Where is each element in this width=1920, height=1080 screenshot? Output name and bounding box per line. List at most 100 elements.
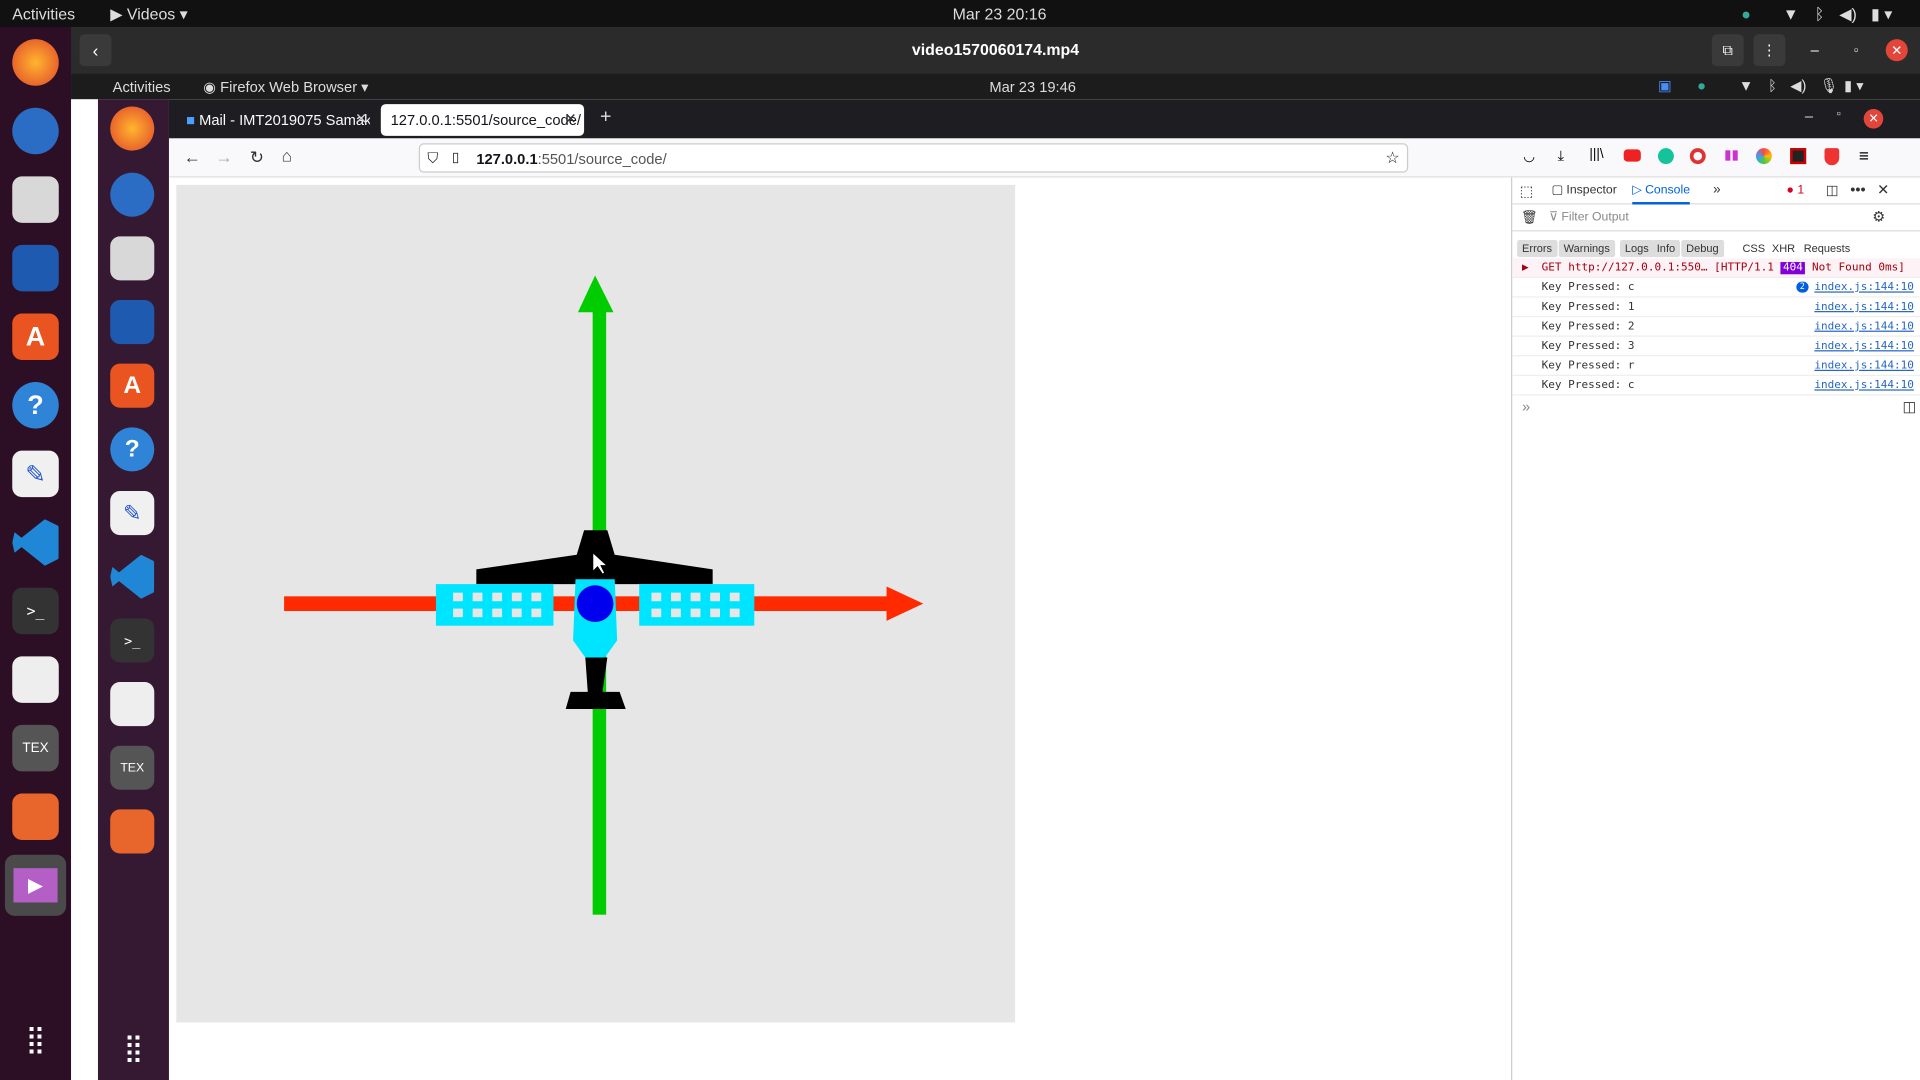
- devtools-options-icon[interactable]: •••: [1850, 181, 1865, 198]
- more-tabs-icon[interactable]: »: [1713, 182, 1721, 197]
- battery-icon[interactable]: ▮ ▾: [1871, 5, 1892, 25]
- tab-mail-close-icon[interactable]: ✕: [355, 110, 367, 127]
- console-settings-icon[interactable]: ⚙: [1872, 208, 1885, 225]
- inner-mic-icon[interactable]: 🎙: [1820, 77, 1839, 94]
- fullscreen-icon[interactable]: ⧉: [1711, 34, 1744, 67]
- devtools-close-icon[interactable]: ✕: [1877, 181, 1889, 198]
- inner-activities[interactable]: Activities: [113, 78, 171, 95]
- tab-inspector[interactable]: ▢ Inspector: [1551, 184, 1616, 197]
- inner-wifi-icon[interactable]: ▼: [1739, 77, 1754, 94]
- inner-status-icon[interactable]: ●: [1697, 77, 1706, 94]
- text-editor-icon[interactable]: ✎: [12, 450, 59, 498]
- hamburger-menu-icon[interactable]: ≡: [1859, 146, 1869, 166]
- wifi-icon[interactable]: ▼: [1783, 5, 1799, 23]
- ext-icon-3[interactable]: [1689, 148, 1706, 165]
- filter-output-input[interactable]: ⊽ Filter Output: [1549, 211, 1629, 224]
- videos-icon[interactable]: ▶: [4, 854, 67, 916]
- inner-software-center-icon[interactable]: A: [110, 363, 155, 408]
- volume-icon[interactable]: ◀): [1839, 5, 1857, 25]
- vscode-icon[interactable]: [12, 519, 59, 566]
- writer-icon[interactable]: [12, 244, 59, 292]
- element-picker-icon[interactable]: ⬚: [1520, 182, 1534, 199]
- filter-xhr[interactable]: XHR: [1767, 240, 1800, 257]
- inner-battery-icon[interactable]: ▮ ▾: [1844, 77, 1864, 94]
- inner-volume-icon[interactable]: ◀): [1790, 77, 1806, 94]
- inner-text-editor-icon[interactable]: ✎: [110, 491, 155, 536]
- thunderbird-icon[interactable]: [12, 107, 59, 155]
- window-close-icon[interactable]: ✕: [1863, 108, 1884, 129]
- console-error-row[interactable]: ▶ GET http://127.0.0.1:550… [HTTP/1.1 40…: [1512, 258, 1920, 278]
- inner-thunderbird-icon[interactable]: [110, 172, 155, 217]
- minimize-icon[interactable]: –: [1802, 38, 1826, 62]
- log-location-link[interactable]: index.js:144:10: [1814, 298, 1914, 318]
- ublock-ext-icon[interactable]: [1824, 148, 1840, 166]
- bluetooth-icon[interactable]: ᛒ: [1815, 5, 1825, 23]
- inner-app-menu[interactable]: ◉ Firefox Web Browser ▾: [203, 78, 368, 95]
- forward-arrow-icon[interactable]: →: [216, 147, 233, 167]
- new-tab-icon[interactable]: +: [600, 107, 611, 129]
- back-arrow-icon[interactable]: ←: [184, 147, 201, 167]
- log-location-link[interactable]: index.js:144:10: [1814, 278, 1914, 298]
- tab-console[interactable]: ▷ Console: [1632, 178, 1691, 205]
- inner-writer-icon[interactable]: [110, 300, 155, 345]
- texmaker-icon[interactable]: TEX: [12, 724, 59, 772]
- show-apps-icon[interactable]: ⣿: [17, 1021, 54, 1058]
- log-location-link[interactable]: index.js:144:10: [1814, 376, 1914, 396]
- ext-icon-4[interactable]: ▮▮: [1724, 147, 1739, 163]
- expand-arrow-icon[interactable]: ▶: [1522, 258, 1529, 278]
- inner-clock[interactable]: Mar 23 19:46: [989, 78, 1076, 95]
- filter-errors[interactable]: Errors: [1517, 240, 1557, 258]
- inner-show-apps-icon[interactable]: ⣿: [115, 1030, 152, 1067]
- zoom-icon[interactable]: ▣: [1658, 77, 1672, 94]
- document-viewer-icon[interactable]: [12, 656, 59, 703]
- home-icon[interactable]: ⌂: [282, 146, 292, 166]
- tab-source-code-close-icon[interactable]: ✕: [564, 110, 576, 127]
- help-icon[interactable]: ?: [12, 382, 59, 429]
- activities-button[interactable]: Activities: [12, 5, 75, 23]
- log-location-link[interactable]: index.js:144:10: [1814, 317, 1914, 337]
- url-bar[interactable]: ⛉ ▯ 127.0.0.1:5501/source_code/ ☆: [418, 143, 1409, 173]
- filter-warnings[interactable]: Warnings: [1558, 240, 1615, 258]
- restore-icon[interactable]: ▫: [1844, 38, 1868, 62]
- inner-help-icon[interactable]: ?: [110, 427, 155, 472]
- downloads-icon[interactable]: ⤓: [1558, 147, 1565, 165]
- status-icon[interactable]: ●: [1741, 5, 1751, 23]
- error-count-badge[interactable]: ● 1: [1787, 184, 1805, 197]
- software-center-icon[interactable]: A: [12, 313, 59, 361]
- inner-terminal-icon[interactable]: >_: [110, 618, 155, 663]
- tab-mail[interactable]: ■ Mail - IMT2019075 Samak: [176, 104, 370, 136]
- ext-icon-5[interactable]: [1755, 148, 1772, 165]
- inner-bluetooth-icon[interactable]: ᛒ: [1768, 77, 1777, 94]
- editor-mode-icon[interactable]: ◫: [1902, 398, 1916, 415]
- terminal-icon[interactable]: >_: [12, 587, 59, 635]
- inner-firefox-icon[interactable]: [110, 106, 155, 151]
- inner-document-viewer-icon[interactable]: [110, 682, 155, 727]
- inner-vscode-icon[interactable]: [110, 554, 155, 599]
- inner-texmaker-icon[interactable]: TEX: [110, 745, 155, 790]
- log-location-link[interactable]: index.js:144:10: [1814, 337, 1914, 357]
- trash-icon[interactable]: 🗑: [1521, 209, 1538, 226]
- filter-debug[interactable]: Debug: [1681, 240, 1724, 258]
- inner-impress-icon[interactable]: [110, 809, 155, 854]
- filter-requests[interactable]: Requests: [1799, 240, 1855, 257]
- grammarly-ext-icon[interactable]: [1657, 148, 1674, 165]
- youtube-ext-icon[interactable]: [1623, 149, 1641, 162]
- filter-css[interactable]: CSS: [1738, 240, 1770, 257]
- close-icon[interactable]: ✕: [1885, 39, 1908, 62]
- app-menu-videos[interactable]: ▶ Videos ▾: [110, 5, 187, 25]
- firefox-icon[interactable]: [12, 39, 59, 86]
- window-restore-icon[interactable]: ▫: [1837, 108, 1841, 121]
- window-minimize-icon[interactable]: –: [1805, 108, 1813, 125]
- filter-logs[interactable]: Logs: [1620, 240, 1654, 258]
- webgl-canvas[interactable]: [176, 184, 1016, 1023]
- tab-source-code[interactable]: 127.0.0.1:5501/source_code/: [380, 104, 585, 136]
- clock[interactable]: Mar 23 20:16: [953, 5, 1047, 23]
- log-location-link[interactable]: index.js:144:10: [1814, 356, 1914, 376]
- library-icon[interactable]: |||\: [1589, 147, 1603, 162]
- filter-info[interactable]: Info: [1651, 240, 1681, 258]
- impress-icon[interactable]: [12, 793, 59, 841]
- bookmark-star-icon[interactable]: ☆: [1385, 148, 1399, 168]
- dock-side-icon[interactable]: ◫: [1826, 182, 1839, 199]
- inner-files-icon[interactable]: [110, 236, 155, 281]
- files-icon[interactable]: [12, 176, 59, 223]
